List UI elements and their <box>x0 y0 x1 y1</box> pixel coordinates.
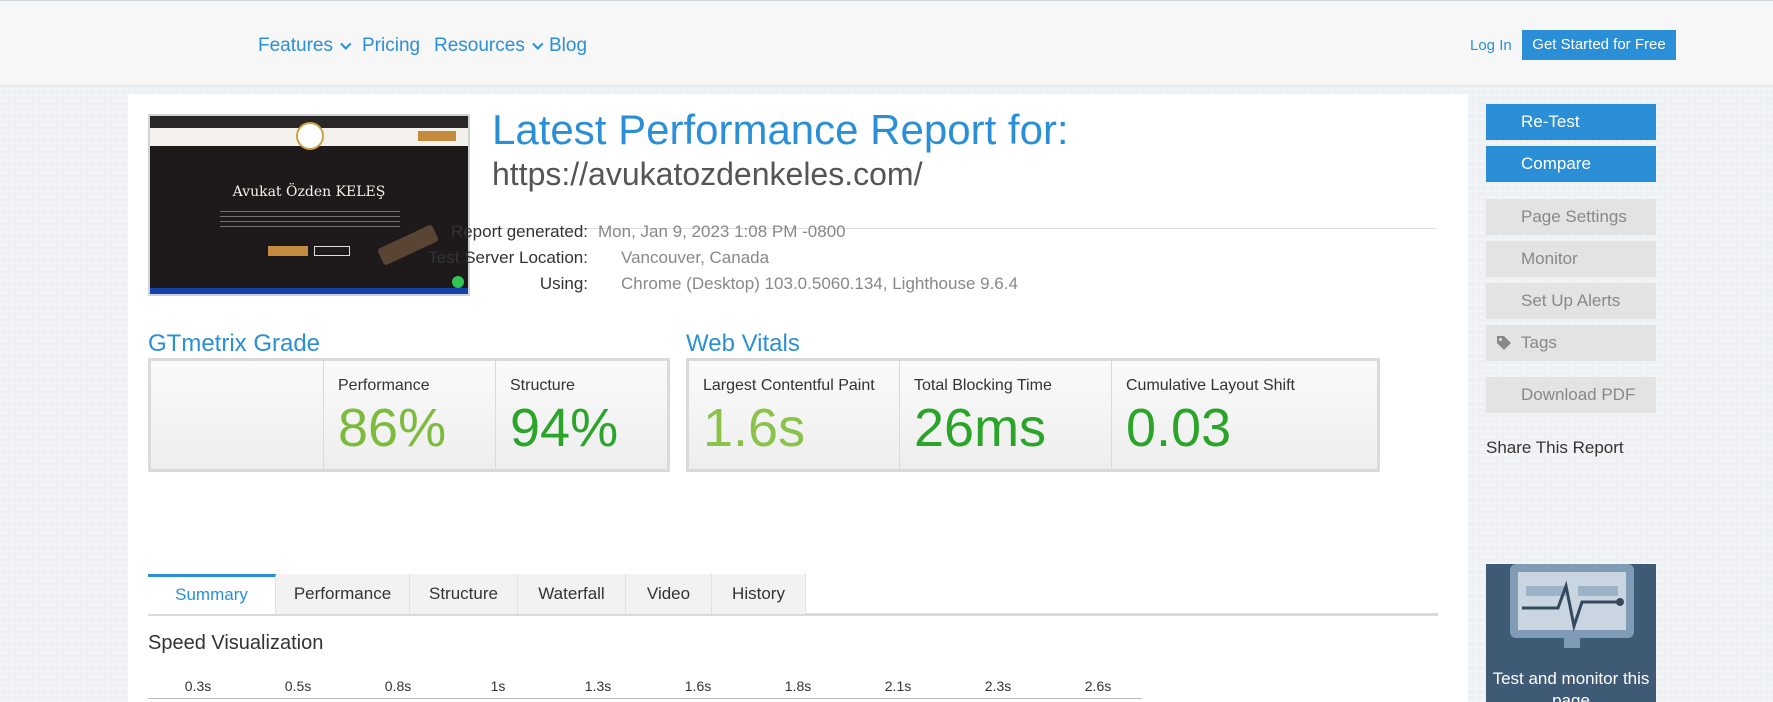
gtmetrix-grade-box: Performance 86% Structure 94% <box>148 358 670 472</box>
test-server-location-label: Test Server Location: <box>428 248 588 267</box>
monitor-promo-text: Test and monitor this page <box>1492 669 1650 702</box>
chevron-down-icon <box>531 38 544 50</box>
performance-cell: Performance 86% <box>323 361 495 469</box>
thumbnail-header-button <box>418 131 456 141</box>
nav-resources[interactable]: Resources <box>434 35 544 57</box>
monitor-button[interactable]: Monitor <box>1486 241 1656 277</box>
using-value: Chrome (Desktop) 103.0.5060.134, Lightho… <box>621 274 1018 293</box>
speed-tick: 1s <box>490 678 506 694</box>
speed-tick: 0.3s <box>184 678 212 694</box>
set-up-alerts-button[interactable]: Set Up Alerts <box>1486 283 1656 319</box>
thumbnail-paragraph <box>220 211 400 231</box>
retest-button[interactable]: Re-Test <box>1486 104 1656 140</box>
speed-visualization-title: Speed Visualization <box>148 632 324 654</box>
structure-score: 94% <box>510 398 619 458</box>
report-panel: Avukat Özden KELEŞ Latest Performance Re… <box>128 94 1468 702</box>
lcp-label: Largest Contentful Paint <box>703 377 875 394</box>
speed-tick: 0.5s <box>284 678 312 694</box>
tbt-value: 26ms <box>914 398 1047 458</box>
tag-icon <box>1497 336 1511 350</box>
nav-blog[interactable]: Blog <box>549 35 587 57</box>
monitor-promo[interactable]: Test and monitor this page <box>1486 564 1656 702</box>
speed-tick: 1.8s <box>784 678 812 694</box>
lcp-cell: Largest Contentful Paint 1.6s <box>689 361 899 469</box>
tags-button[interactable]: Tags <box>1486 325 1656 361</box>
web-vitals-box: Largest Contentful Paint 1.6s Total Bloc… <box>686 358 1380 472</box>
using-label: Using: <box>539 274 588 293</box>
nav-resources-label: Resources <box>434 35 525 56</box>
tab-structure[interactable]: Structure <box>410 574 518 614</box>
report-title: Latest Performance Report for: <box>492 106 1069 153</box>
monitor-icon <box>1510 564 1634 648</box>
structure-label: Structure <box>510 377 575 394</box>
login-link[interactable]: Log In <box>1470 37 1512 54</box>
cls-label: Cumulative Layout Shift <box>1126 377 1295 394</box>
get-started-button[interactable]: Get Started for Free <box>1522 30 1676 60</box>
compare-button[interactable]: Compare <box>1486 146 1656 182</box>
thumbnail-logo-icon <box>296 122 324 150</box>
report-tabs: Summary Performance Structure Waterfall … <box>148 574 1438 616</box>
thumbnail-button-secondary <box>314 246 350 256</box>
tab-summary[interactable]: Summary <box>148 574 276 614</box>
report-generated-value: Mon, Jan 9, 2023 1:08 PM -0800 <box>598 222 846 241</box>
cls-cell: Cumulative Layout Shift 0.03 <box>1111 361 1377 469</box>
tab-performance[interactable]: Performance <box>276 574 410 614</box>
nav-pricing-label: Pricing <box>362 35 421 56</box>
report-generated-label: Report generated: <box>450 222 588 241</box>
download-pdf-button[interactable]: Download PDF <box>1486 377 1656 413</box>
top-navigation: Features Pricing Resources Blog Log In G… <box>0 0 1773 86</box>
tab-waterfall[interactable]: Waterfall <box>518 574 626 614</box>
performance-label: Performance <box>338 377 430 394</box>
test-server-location-value: Vancouver, Canada <box>621 248 770 267</box>
speed-tick: 2.1s <box>884 678 912 694</box>
page-settings-button[interactable]: Page Settings <box>1486 199 1656 235</box>
structure-cell: Structure 94% <box>495 361 667 469</box>
speed-tick: 0.8s <box>384 678 412 694</box>
page-screenshot-thumbnail[interactable]: Avukat Özden KELEŞ <box>148 114 470 296</box>
lcp-value: 1.6s <box>703 398 806 458</box>
tags-label: Tags <box>1521 333 1557 352</box>
performance-score: 86% <box>338 398 447 458</box>
cls-value: 0.03 <box>1126 398 1232 458</box>
web-vitals-title: Web Vitals <box>686 330 800 357</box>
nav-pricing[interactable]: Pricing <box>362 35 420 57</box>
tab-history[interactable]: History <box>712 574 806 614</box>
speed-tick: 1.3s <box>584 678 612 694</box>
gtmetrix-grade-title: GTmetrix Grade <box>148 330 321 357</box>
nav-blog-label: Blog <box>549 35 588 56</box>
chevron-down-icon <box>340 38 352 50</box>
speed-tick: 2.3s <box>984 678 1012 694</box>
thumbnail-site-title: Avukat Özden KELEŞ <box>232 184 386 200</box>
speed-visualization-strip <box>148 698 1142 702</box>
nav-features-label: Features <box>258 35 333 56</box>
tbt-cell: Total Blocking Time 26ms <box>899 361 1111 469</box>
tab-video[interactable]: Video <box>626 574 712 614</box>
grade-letter-cell <box>151 361 323 469</box>
speed-tick: 1.6s <box>684 678 712 694</box>
thumbnail-button-primary <box>268 246 308 256</box>
nav-features[interactable]: Features <box>258 35 352 57</box>
speed-tick: 2.6s <box>1084 678 1112 694</box>
share-this-report-label: Share This Report <box>1486 438 1624 457</box>
tbt-label: Total Blocking Time <box>914 377 1052 394</box>
report-url: https://avukatozdenkeles.com/ <box>492 156 923 192</box>
